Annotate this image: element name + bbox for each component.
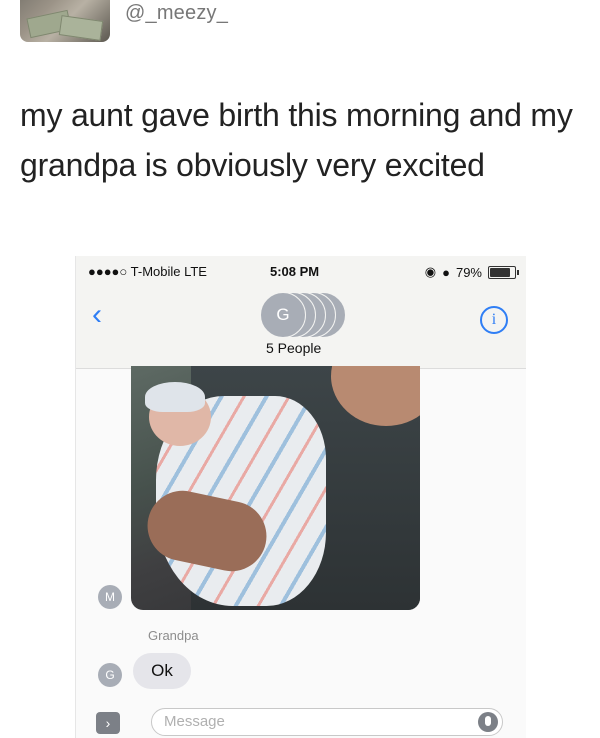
tweet-handle[interactable]: @_meezy_ [125, 2, 228, 25]
tweet-header: @_meezy_ [0, 0, 600, 70]
expand-apps-icon[interactable]: › [96, 712, 120, 734]
sender-name: Grandpa [148, 628, 199, 643]
back-chevron-icon[interactable]: ‹ [92, 300, 102, 330]
battery-icon [488, 265, 519, 279]
battery-percent: 79% [455, 264, 482, 280]
carrier-signal: ●●●●○ T-Mobile LTE [88, 264, 207, 279]
imessage-screenshot: ●●●●○ T-Mobile LTE 5:08 PM ◉ ● 79% ‹ G 5… [75, 256, 526, 738]
baby-photo[interactable] [131, 366, 420, 610]
group-people-count[interactable]: 5 People [266, 340, 321, 356]
message-input-bar: › Message [76, 702, 526, 738]
status-right: ◉ ● 79% [424, 264, 519, 280]
status-bar: ●●●●○ T-Mobile LTE 5:08 PM ◉ ● 79% [76, 264, 526, 284]
mic-icon[interactable] [478, 712, 498, 732]
alarm-icon: ● [442, 264, 450, 280]
group-avatar-g: G [260, 292, 306, 338]
message-navbar: ●●●●○ T-Mobile LTE 5:08 PM ◉ ● 79% ‹ G 5… [76, 256, 526, 369]
message-input[interactable]: Message [151, 708, 503, 736]
user-avatar[interactable] [20, 0, 110, 42]
tweet-text: my aunt gave birth this morning and my g… [20, 97, 573, 183]
message-bubble[interactable]: Ok [133, 653, 191, 689]
sender-avatar-g[interactable]: G [98, 663, 122, 687]
info-icon[interactable]: i [480, 306, 508, 334]
orientation-lock-icon: ◉ [424, 264, 437, 279]
avatar-cash [58, 15, 104, 41]
sender-avatar-m[interactable]: M [98, 585, 122, 609]
status-time: 5:08 PM [270, 264, 320, 279]
photo-baby-hat [145, 382, 205, 412]
group-avatars[interactable]: G [256, 292, 356, 338]
